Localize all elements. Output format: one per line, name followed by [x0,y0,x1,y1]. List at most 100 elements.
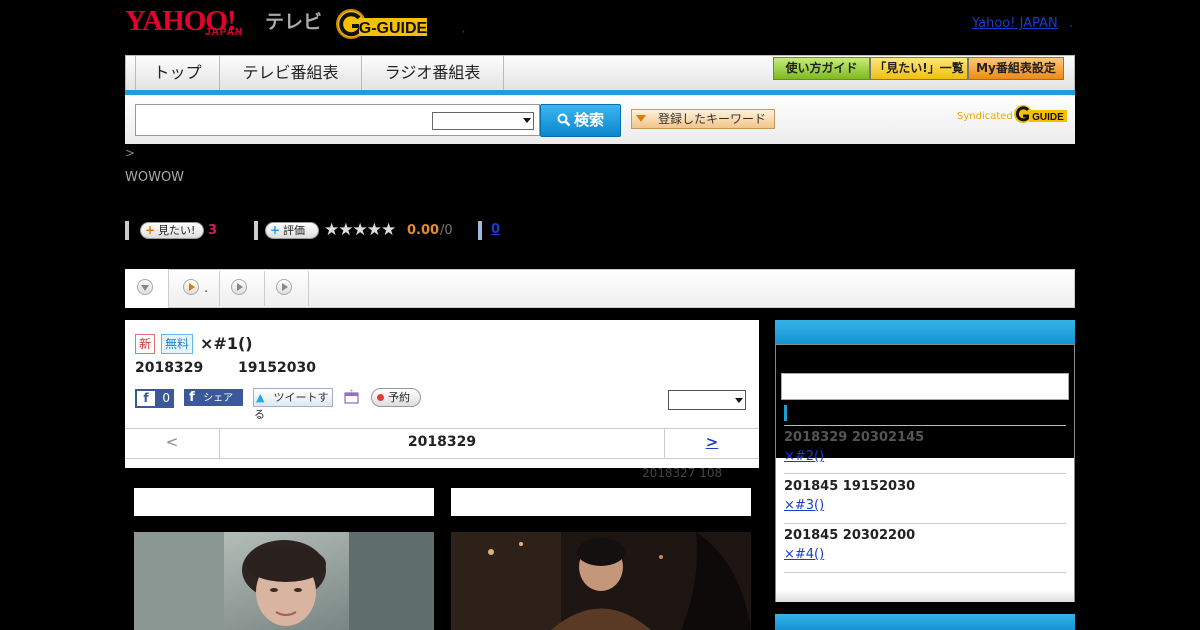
sidebar-input[interactable] [781,373,1069,400]
rating-count: /0 [440,223,453,238]
calendar-add-icon[interactable]: + [344,389,359,404]
stat-divider [254,221,258,240]
svg-text:+: + [349,389,353,395]
facebook-share-label: シェア [203,393,234,404]
nav-tab-tv-guide[interactable]: テレビ番組表 [220,56,362,90]
prev-date-button[interactable]: < [125,428,220,459]
registered-keywords-button[interactable]: 登録したキーワード [631,109,775,129]
sidebar-divider [784,425,1066,426]
chevron-down-icon [523,118,531,123]
new-badge: 新 [135,334,156,354]
tab-third[interactable] [231,279,247,295]
reserve-button[interactable]: 予約 [371,388,421,407]
program-tabstrip [125,269,1075,308]
current-date: 2018329 [407,434,477,450]
plus-icon: + [145,223,156,237]
rate-button[interactable]: + 評価 [265,222,319,239]
sidebar-footer [776,590,1074,602]
program-option-select[interactable] [668,390,746,410]
sidebar-item-date: 201845 19152030 [784,479,916,494]
free-badge: 無料 [161,334,194,354]
sidebar-section-marker [784,405,787,421]
program-meta: 2018327 108 [642,466,723,480]
plus-icon: + [270,223,281,237]
tab-second-label: . [204,281,208,295]
facebook-share-button[interactable]: f シェア [184,389,243,406]
sidebar-item-divider [784,572,1066,573]
sidebar-header [775,320,1075,344]
play-icon [231,279,247,295]
program-date: 2018329 [135,360,204,376]
syndicated-gguide-logo: GUIDE [1012,103,1068,125]
rating-stars-icon: ★★★★★ [324,220,396,240]
sidebar-header-2 [775,614,1075,630]
search-button[interactable]: 検索 [540,104,621,137]
next-date-button[interactable]: > [664,428,759,459]
want-button-label: 見たい! [158,224,196,237]
facebook-icon: f [189,390,195,405]
tv-label[interactable]: テレビ [265,7,322,34]
tab-overview[interactable] [125,269,169,308]
usage-guide-button[interactable]: 使い方ガイド [773,57,870,80]
breadcrumb[interactable]: > [125,146,135,160]
my-guide-settings-button[interactable]: My番組表設定 [968,57,1064,80]
nav-tab-top[interactable]: トップ [135,56,220,90]
still-image-2 [451,532,751,630]
syndicated-logo-text: GUIDE [1032,112,1064,123]
want-button[interactable]: + 見たい! [140,222,204,239]
comment-count-link[interactable]: 0 [491,222,500,237]
sidebar-item-divider [784,473,1066,474]
sidebar-item-date: 201845 20302200 [784,528,916,543]
sidebar-item-date: 2018329 20302145 [784,430,925,445]
gguide-logo-text: G-GUIDE [359,20,428,37]
gguide-small-icon: GUIDE [1014,105,1067,123]
play-icon [183,279,199,295]
yahoo-japan-link[interactable]: Yahoo! JAPAN [972,16,1058,31]
japan-logo: JAPAN [205,27,244,38]
reserve-label: 予約 [388,391,410,404]
facebook-icon: f [137,391,155,406]
search-category-select[interactable] [432,112,534,130]
rating-value: 0.00 [407,223,440,238]
nav-tab-radio-guide[interactable]: ラジオ番組表 [362,56,504,90]
program-time: 19152030 [238,360,316,376]
stat-divider [478,221,482,240]
sidebar-item-link[interactable]: ×#3() [784,498,824,513]
sidebar-item-link[interactable]: ×#2() [784,449,824,464]
want-list-button[interactable]: 「見たい!」一覧 [870,57,968,80]
tweet-button[interactable]: ▲ ツイートする [253,388,333,421]
stat-divider [125,221,129,240]
facebook-like-count: 0 [162,391,170,405]
registered-keywords-label: 登録したキーワード [658,112,767,126]
tab-second[interactable]: . [183,279,208,299]
gguide-logo[interactable]: G-GUIDE [335,8,431,40]
tab-divider [264,271,265,306]
image-card-header [451,488,751,516]
twitter-bird-icon: ▲ [256,391,265,404]
channel-name: WOWOW [125,170,185,185]
header-small-dot: , [462,24,466,35]
gguide-logo-icon: G-GUIDE [336,9,428,39]
play-icon [276,279,292,295]
sidebar-item-link[interactable]: ×#4() [784,547,824,562]
rate-button-label: 評価 [283,224,305,237]
expand-icon [137,279,153,295]
chevron-down-icon [735,398,743,403]
search-icon [557,113,571,127]
syndicated-label: Syndicated [957,111,1013,122]
record-dot-icon [377,394,384,401]
tab-divider [219,271,220,306]
tab-fourth[interactable] [276,279,292,295]
program-still-image[interactable] [134,532,434,630]
header-link-separator: . [1069,16,1074,31]
still-image-1 [134,532,434,630]
search-button-label: 検索 [573,111,604,129]
tab-divider [308,271,309,306]
program-title: ×#1() [200,334,253,353]
want-count: 3 [208,223,218,238]
dropdown-arrow-icon [636,115,646,122]
facebook-like-button[interactable]: f 0 [135,389,174,408]
sidebar-item-divider [784,523,1066,524]
image-card-header [134,488,434,516]
program-still-image[interactable] [451,532,751,630]
